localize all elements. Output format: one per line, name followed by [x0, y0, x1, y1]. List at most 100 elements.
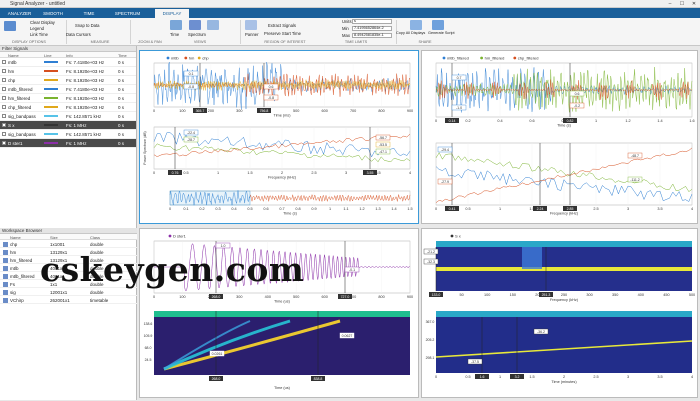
x-tick-label: 4	[691, 375, 693, 379]
x-tick-label: 0	[153, 171, 155, 175]
signal-row[interactable]: D ster1 Fs: 1 MHz 0 s	[0, 139, 136, 148]
signal-info: Fs: 1 MHz	[66, 141, 87, 146]
signal-row[interactable]: sig_bandpass Fs: 142.8571 kHz 0 s	[0, 112, 136, 121]
extract-signals-button[interactable]: Extract Signals	[268, 23, 296, 28]
time-view-button[interactable]: Time	[170, 32, 179, 37]
signal-row[interactable]: hm Fs: 8.1920e+03 Hz 0 s	[0, 67, 136, 76]
panner-button[interactable]: Panner	[245, 32, 259, 37]
x-tick-label: 300	[586, 293, 592, 297]
x-tick-label: 500	[689, 293, 695, 297]
panner-icon[interactable]	[245, 20, 257, 30]
signal-checkbox[interactable]	[2, 105, 6, 109]
link-time-button[interactable]: Link Time	[30, 32, 48, 37]
workspace-row[interactable]: VChirp 262001x1 timetable	[0, 296, 137, 304]
section-share: SHARE	[418, 40, 432, 44]
signal-line-swatch[interactable]	[44, 106, 58, 108]
time-view-icon[interactable]	[170, 20, 182, 30]
x-tick-label: 2.5	[311, 171, 316, 175]
signal-info: Fs: 142.8571 kHz	[66, 132, 102, 137]
signal-row[interactable]: mtlb Fs: 7.4180e+03 Hz 0 s	[0, 58, 136, 67]
x-tick-label: 3	[627, 375, 629, 379]
signal-time: 0 s	[118, 141, 125, 146]
signal-line-swatch[interactable]	[44, 79, 58, 81]
copy-displays-icon[interactable]	[410, 20, 422, 30]
x-tick-label: 700	[350, 109, 356, 113]
tab-display[interactable]: DISPLAY	[155, 9, 189, 18]
x-tick-label: 0.5	[183, 171, 188, 175]
workspace-name: mtlb_filtered	[10, 273, 35, 279]
signal-checkbox[interactable]	[2, 96, 6, 100]
signal-checkbox[interactable]	[2, 132, 6, 136]
display-2[interactable]: mtlb_filtered hm_filtered chp_filtered 0 0.2…	[421, 50, 698, 224]
signal-row[interactable]: hm_filtered Fs: 8.1920e+03 Hz 0 s	[0, 94, 136, 103]
legend-button[interactable]: Legend	[30, 26, 44, 31]
signal-row[interactable]: chp Fs: 8.1920e+03 Hz 0 s	[0, 76, 136, 85]
signal-line-swatch[interactable]	[44, 70, 58, 72]
signal-checkbox[interactable]	[2, 123, 6, 127]
tab-spectrum[interactable]: SPECTRUM	[110, 9, 145, 18]
display-grid-icon[interactable]	[4, 21, 16, 31]
generate-script-button[interactable]: Generate Script	[428, 31, 455, 35]
signal-line-swatch[interactable]	[44, 88, 58, 90]
signal-checkbox[interactable]	[2, 78, 6, 82]
spectrum-view-icon[interactable]	[189, 20, 201, 30]
legend-label: mtlb_filtered	[447, 55, 469, 60]
time-min-field[interactable]: 7.4195652864e-2	[352, 26, 392, 31]
signal-row[interactable]: mtlb_filtered Fs: 7.4180e+03 Hz 0 s	[0, 85, 136, 94]
x-axis-label: Time (us)	[274, 300, 291, 304]
x-tick-label: 1.3	[375, 207, 380, 211]
preserve-start-time-checkbox[interactable]: Preserve Start Time	[264, 31, 301, 36]
signal-checkbox[interactable]	[2, 69, 6, 73]
minimize-icon[interactable]: –	[664, 0, 676, 8]
x-tick-label: 3	[627, 207, 629, 211]
x-tick-label: 0.6	[263, 207, 268, 211]
tab-time[interactable]: TIME	[75, 9, 103, 18]
signal-line-swatch[interactable]	[44, 97, 58, 99]
signal-checkbox[interactable]	[2, 141, 6, 145]
data-cursors-button[interactable]: Data Cursors	[66, 32, 91, 37]
workspace-row[interactable]: sig 12001x1 double	[0, 288, 137, 296]
signal-info: Fs: 8.1920e+03 Hz	[66, 69, 105, 74]
display-1[interactable]: mtlb hm chp 0 100 200 300 4 0 0 500 600 700 800 900 Tim…	[139, 50, 419, 224]
maximize-icon[interactable]: ☐	[676, 0, 688, 8]
signal-line-swatch[interactable]	[44, 133, 58, 135]
workspace-class: double	[90, 289, 104, 295]
snap-to-data-button[interactable]: Snap to Data	[75, 23, 99, 28]
panner-window	[169, 190, 251, 206]
scalogram-view-icon[interactable]	[207, 20, 219, 30]
x-tick-label: 450	[663, 293, 669, 297]
signal-name: sig_bandpass	[8, 114, 36, 119]
x-tick-label: 1.1	[343, 207, 348, 211]
signal-row[interactable]: S x Fs: 1 MHz 0 s	[0, 121, 136, 130]
display-4[interactable]: S x050100150200250300350400450500Frequen…	[421, 228, 698, 398]
signal-line-swatch[interactable]	[44, 124, 58, 126]
copy-all-displays-button[interactable]: Copy All Displays	[396, 31, 425, 35]
signal-checkbox[interactable]	[2, 87, 6, 91]
signal-checkbox[interactable]	[2, 114, 6, 118]
cursor-label: 365.7	[196, 109, 205, 113]
clear-display-button[interactable]: Clear Display	[30, 20, 55, 25]
tab-analyzer[interactable]: ANALYZER	[2, 9, 37, 18]
x-tick-label: 300	[236, 295, 242, 299]
x-tick-label: 0.5	[465, 375, 470, 379]
signal-line-swatch[interactable]	[44, 115, 58, 117]
x-tick-label: 3	[345, 171, 347, 175]
signal-line-swatch[interactable]	[44, 142, 58, 144]
close-icon[interactable]: ✕	[688, 0, 700, 8]
units-select[interactable]: s	[352, 19, 392, 24]
tab-smooth[interactable]: SMOOTH	[38, 9, 68, 18]
workspace-row[interactable]: chp 1x1001 double	[0, 240, 137, 248]
signal-checkbox[interactable]	[2, 60, 6, 64]
signal-row[interactable]: sig_bandpass Fs: 142.8571 kHz 0 s	[0, 130, 136, 139]
signal-line-swatch[interactable]	[44, 61, 58, 63]
spectrum-view-button[interactable]: Spectrum	[188, 32, 206, 37]
time-max-field[interactable]: 8.4942581835e-1	[352, 33, 392, 38]
signal-row[interactable]: chp_filtered Fs: 8.1920e+03 Hz 0 s	[0, 103, 136, 112]
legend-label: hm_filtered	[485, 55, 505, 60]
x-tick-label: 800	[378, 295, 384, 299]
generate-script-icon[interactable]	[432, 20, 444, 30]
cursor-label: 0.76	[172, 171, 179, 175]
cursor-label: 0.14	[449, 119, 456, 123]
cursor-label: 1.6	[480, 375, 485, 379]
legend-marker	[450, 234, 454, 238]
